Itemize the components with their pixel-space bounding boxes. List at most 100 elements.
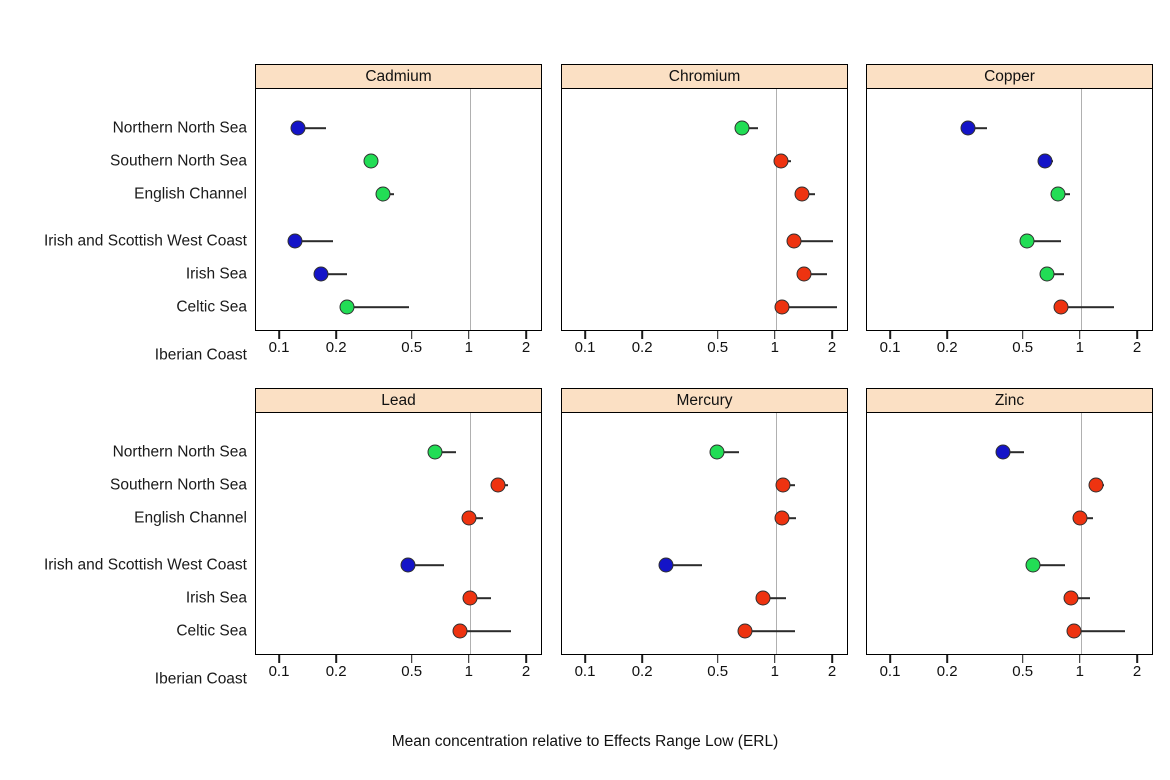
axis-tick [831,331,833,339]
data-point[interactable] [1063,590,1079,606]
axis-tick-label: 0.5 [707,663,729,680]
axis-tick-label: 2 [1132,663,1142,680]
row-label: English Channel [134,509,247,527]
data-point[interactable] [461,510,477,526]
data-point[interactable] [287,233,303,249]
axis-tick [410,331,413,339]
x-axis: 0.1 0.2 0.5 1 2 [866,655,1153,689]
data-point[interactable] [1088,477,1104,493]
data-point[interactable] [786,233,802,249]
data-point[interactable] [775,477,791,493]
data-point[interactable] [794,186,810,202]
axis-tick [1136,331,1138,339]
axis-tick [278,655,280,663]
axis-tick-label: 1 [464,663,474,680]
data-point[interactable] [427,444,443,460]
panel-title: Chromium [668,67,741,85]
data-point[interactable] [774,299,790,315]
data-point[interactable] [774,510,790,526]
axis-tick-label: 0.2 [325,339,347,356]
data-point[interactable] [995,444,1011,460]
data-point[interactable] [737,623,753,639]
panel-title: Copper [984,67,1035,85]
row-label: Irish and Scottish West Coast [43,232,247,250]
data-point[interactable] [490,477,506,493]
data-point[interactable] [709,444,725,460]
data-point[interactable] [755,590,771,606]
data-point[interactable] [1053,299,1069,315]
data-point[interactable] [363,153,379,169]
axis-tick [641,331,643,339]
axis-tick-label: 2 [827,339,837,356]
error-bar [1061,306,1115,308]
data-point[interactable] [734,120,750,136]
row-label: Iberian Coast [154,346,247,364]
panel-cadmium: Cadmium [255,64,542,331]
data-point[interactable] [1037,153,1053,169]
data-point[interactable] [960,120,976,136]
axis-tick [946,331,948,339]
row-label: Southern North Sea [109,152,247,170]
panel-lead: Lead [255,388,542,655]
panel-strip-mercury: Mercury [561,388,848,413]
data-point[interactable] [1066,623,1082,639]
axis-tick [1079,655,1081,663]
axis-tick-label: 0.2 [936,339,958,356]
x-axis: 0.1 0.2 0.5 1 2 [255,655,542,689]
axis-tick [716,655,719,663]
data-point[interactable] [1039,266,1055,282]
data-point[interactable] [290,120,306,136]
axis-tick [1021,655,1024,663]
axis-tick [774,655,776,663]
axis-tick [278,331,280,339]
axis-tick-label: 0.5 [1012,663,1034,680]
axis-tick-label: 0.1 [879,663,901,680]
axis-tick [774,331,776,339]
plot-area [866,88,1153,331]
data-point[interactable] [313,266,329,282]
panel-strip-lead: Lead [255,388,542,413]
data-point[interactable] [796,266,812,282]
axis-tick-label: 0.1 [268,339,290,356]
data-point[interactable] [462,590,478,606]
axis-tick-label: 0.5 [401,663,423,680]
x-axis: 0.1 0.2 0.5 1 2 [561,655,848,689]
panel-mercury: Mercury [561,388,848,655]
axis-tick-label: 0.1 [574,663,596,680]
axis-tick-label: 0.5 [401,339,423,356]
axis-tick-label: 2 [521,663,531,680]
data-point[interactable] [773,153,789,169]
data-point[interactable] [400,557,416,573]
reference-line [1080,413,1083,654]
data-point[interactable] [375,186,391,202]
axis-tick-label: 0.1 [574,339,596,356]
axis-tick-label: 2 [521,339,531,356]
axis-tick-label: 2 [1132,339,1142,356]
data-point[interactable] [1050,186,1066,202]
panel-title: Zinc [994,391,1025,409]
axis-tick-label: 0.5 [707,339,729,356]
data-point[interactable] [1072,510,1088,526]
data-point[interactable] [1025,557,1041,573]
data-point[interactable] [658,557,674,573]
reference-line [775,89,778,330]
row-label: Irish Sea [185,265,247,283]
data-point[interactable] [452,623,468,639]
row-label-group: Northern North Sea Southern North Sea Engl… [15,89,247,362]
error-bar [782,306,837,308]
row-label: Northern North Sea [112,119,247,137]
data-point[interactable] [1019,233,1035,249]
axis-tick-label: 1 [770,339,780,356]
axis-tick [716,331,719,339]
axis-tick-label: 0.1 [268,663,290,680]
panel-title: Lead [381,391,416,409]
axis-tick [468,331,470,339]
reference-line [775,413,778,654]
row-label: Northern North Sea [112,443,247,461]
panel-title: Cadmium [365,67,432,85]
axis-tick [335,655,337,663]
axis-tick-label: 0.2 [631,339,653,356]
data-point[interactable] [339,299,355,315]
panel-strip-copper: Copper [866,64,1153,89]
row-label: Iberian Coast [154,670,247,688]
